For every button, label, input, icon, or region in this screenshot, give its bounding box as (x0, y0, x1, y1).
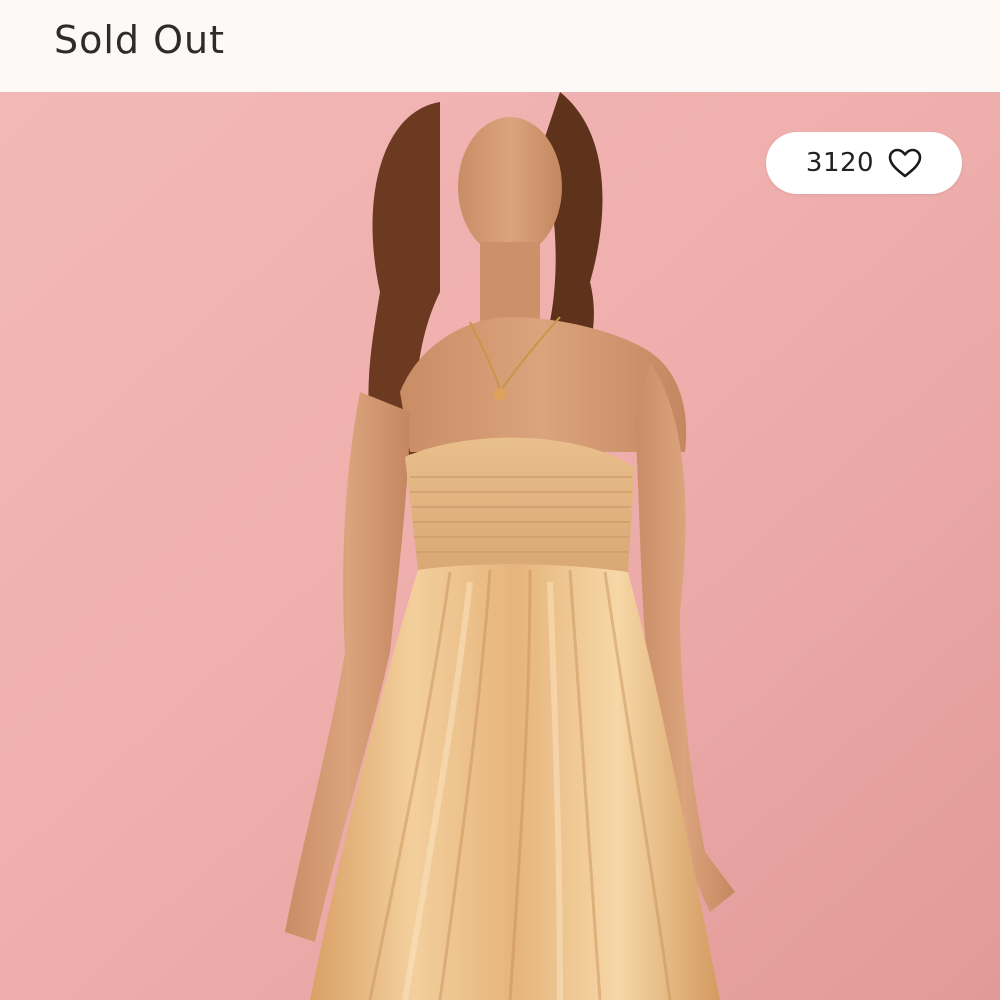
model-photo-illustration (0, 92, 1000, 1000)
product-image[interactable] (0, 92, 1000, 1000)
product-page: Sold Out 3120 (0, 0, 1000, 1000)
sold-out-label: Sold Out (54, 18, 226, 62)
heart-outline-icon (888, 148, 922, 178)
like-count: 3120 (805, 148, 875, 178)
like-button[interactable]: 3120 (766, 132, 962, 194)
product-header: Sold Out (0, 0, 1000, 92)
